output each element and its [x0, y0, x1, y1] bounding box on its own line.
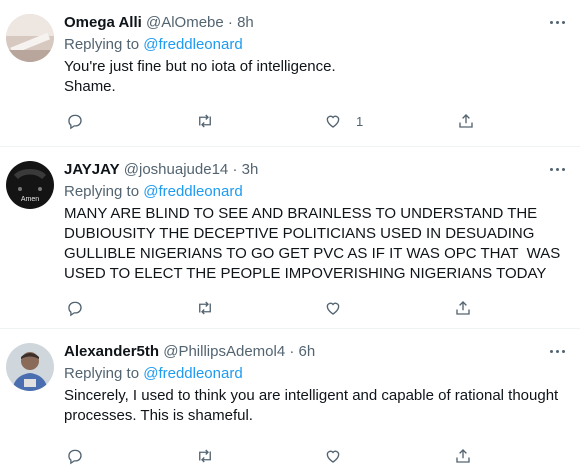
- more-icon[interactable]: [546, 161, 568, 177]
- avatar[interactable]: Amen: [6, 161, 54, 209]
- share-button[interactable]: [454, 447, 472, 465]
- like-icon: [326, 450, 340, 463]
- replying-to-label: Replying to: [64, 365, 144, 382]
- tweet-text-line: MANY ARE BLIND TO SEE AND BRAINLESS TO U…: [64, 205, 538, 222]
- separator-dot: ·: [227, 14, 233, 31]
- replying-to-label: Replying to: [64, 36, 144, 53]
- share-button[interactable]: [457, 112, 475, 130]
- tweet-text: Sincerely, I used to think you are intel…: [64, 386, 564, 426]
- retweet-icon: [199, 301, 211, 315]
- replying-to: Replying to @freddleonard: [64, 35, 564, 55]
- author-handle[interactable]: @PhillipsAdemol4: [163, 343, 285, 360]
- tweet-time[interactable]: 3h: [242, 161, 259, 178]
- like-count: 1: [356, 113, 364, 129]
- share-icon: [456, 301, 470, 315]
- more-icon[interactable]: [546, 343, 568, 359]
- reply-icon: [68, 114, 82, 130]
- action-bar: [64, 288, 564, 328]
- mention-link[interactable]: @freddleonard: [143, 365, 242, 382]
- author-name[interactable]: JAYJAY: [64, 161, 120, 178]
- tweet-text-line: USED TO ELECT THE PEOPLE IMPOVERISHING N…: [64, 265, 547, 282]
- tweet[interactable]: Omega Alli @AlOmebe · 8h Replying to @fr…: [0, 0, 580, 147]
- reply-button[interactable]: [66, 112, 84, 130]
- like-button[interactable]: [324, 299, 342, 317]
- author-name[interactable]: Alexander5th: [64, 343, 159, 360]
- avatar[interactable]: [6, 343, 54, 391]
- reply-icon: [68, 449, 82, 465]
- tweet-time[interactable]: 8h: [237, 14, 254, 31]
- like-icon: [326, 115, 340, 128]
- reply-icon: [68, 301, 82, 317]
- mention-link[interactable]: @freddleonard: [143, 36, 242, 53]
- tweet-text-line: Sincerely, I used to think you are intel…: [64, 387, 559, 404]
- retweet-button[interactable]: [196, 299, 214, 317]
- mention-link[interactable]: @freddleonard: [143, 183, 242, 200]
- action-bar: [64, 436, 564, 476]
- tweet-text-line: You're just fine but no iota of intellig…: [64, 58, 336, 75]
- avatar-text: Amen: [21, 196, 39, 203]
- retweet-button[interactable]: [196, 447, 214, 465]
- share-icon: [456, 449, 470, 463]
- tweet-text: You're just fine but no iota of intellig…: [64, 57, 564, 97]
- tweet-text: MANY ARE BLIND TO SEE AND BRAINLESS TO U…: [64, 204, 564, 284]
- like-button[interactable]: [324, 447, 342, 465]
- tweet-time[interactable]: 6h: [299, 343, 316, 360]
- replying-to: Replying to @freddleonard: [64, 364, 564, 384]
- tweet-text-line: GULLIBLE NIGERIANS TO GO GET PVC AS IF I…: [64, 245, 561, 262]
- more-icon[interactable]: [546, 14, 568, 30]
- author-handle[interactable]: @AlOmebe: [146, 14, 224, 31]
- tweet[interactable]: Alexander5th @PhillipsAdemol4 · 6h Reply…: [0, 329, 580, 472]
- like-icon: [326, 302, 340, 315]
- tweet-text-line: DUBIOUSITY THE DECEPTIVE POLITICIANS USE…: [64, 225, 535, 242]
- retweet-button[interactable]: [196, 112, 214, 130]
- tweet-text-line: processes. This is shameful.: [64, 407, 253, 424]
- reply-button[interactable]: [66, 299, 84, 317]
- replying-to: Replying to @freddleonard: [64, 182, 564, 202]
- action-bar: 1: [64, 101, 564, 141]
- reply-button[interactable]: [66, 447, 84, 465]
- avatar[interactable]: [6, 14, 54, 62]
- retweet-icon: [199, 449, 211, 463]
- like-button[interactable]: 1: [324, 112, 363, 130]
- retweet-icon: [199, 114, 211, 128]
- share-button[interactable]: [454, 299, 472, 317]
- author-handle[interactable]: @joshuajude14: [124, 161, 228, 178]
- tweet-text-line: Shame.: [64, 78, 116, 95]
- replying-to-label: Replying to: [64, 183, 144, 200]
- author-name[interactable]: Omega Alli: [64, 14, 142, 31]
- separator-dot: ·: [289, 343, 295, 360]
- share-icon: [459, 114, 473, 128]
- tweet[interactable]: Amen JAYJAY @joshuajude14 · 3h Replying …: [0, 147, 580, 329]
- separator-dot: ·: [232, 161, 238, 178]
